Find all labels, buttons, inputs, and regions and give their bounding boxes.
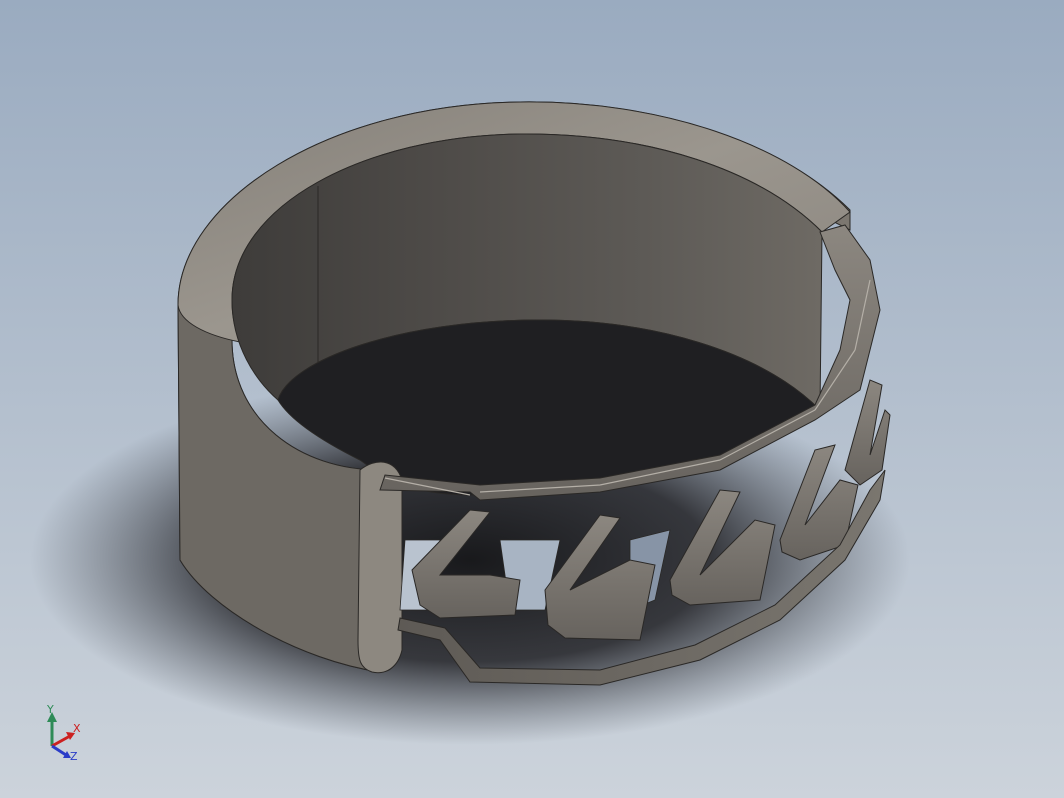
graphics-viewport[interactable]: Y X Z [0,0,1064,798]
triad-x-label: X [73,722,81,735]
triad-z-axis [51,744,67,757]
model-scene[interactable] [0,0,1064,798]
triad-z-label: Z [70,750,78,763]
triad-y-label: Y [46,703,54,716]
triad-x-axis [51,734,71,748]
band-rounded-end [357,461,403,674]
ring-model[interactable] [177,101,891,686]
coordinate-triad: Y X Z [46,703,81,763]
